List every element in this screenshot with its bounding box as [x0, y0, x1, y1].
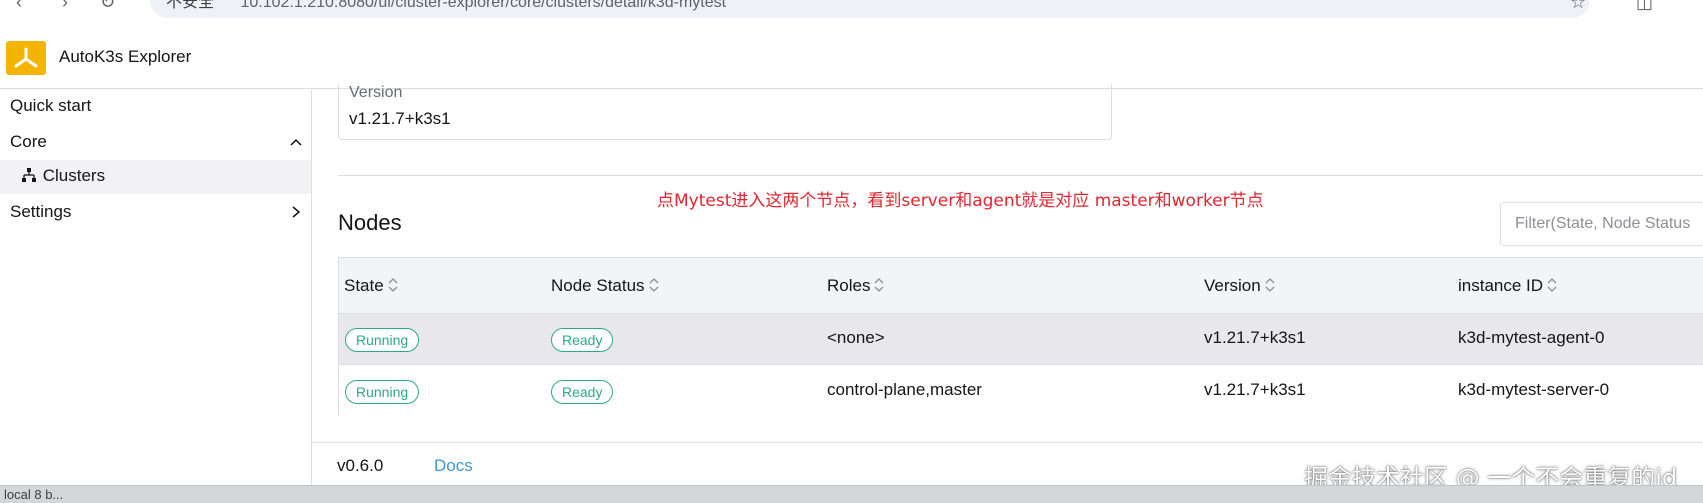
- node-status-badge: Ready: [551, 328, 614, 352]
- autok3s-logo[interactable]: [6, 41, 46, 75]
- chevron-right-icon: [292, 206, 301, 218]
- roles-cell: <none>: [827, 328, 885, 347]
- version-value: v1.21.7+k3s1: [349, 109, 451, 128]
- state-badge: Running: [345, 380, 420, 404]
- sidebar-item-quick-start[interactable]: Quick start: [0, 90, 311, 124]
- version-label: Version: [349, 84, 403, 101]
- table-row[interactable]: Running Ready control-plane,master v1.21…: [339, 366, 1703, 417]
- sort-icon: [1547, 278, 1557, 292]
- column-header-state[interactable]: State: [344, 276, 398, 296]
- reload-icon[interactable]: ↻: [100, 0, 115, 13]
- node-status-badge: Ready: [551, 380, 614, 404]
- column-header-version[interactable]: Version: [1204, 276, 1275, 296]
- version-cell: v1.21.7+k3s1: [1204, 380, 1306, 399]
- extensions-icon[interactable]: ◫: [1636, 0, 1653, 13]
- column-header-roles[interactable]: Roles: [827, 276, 884, 296]
- annotation-text: 点Mytest进入这两个节点，看到server和agent就是对应 master…: [657, 191, 1264, 211]
- sort-icon: [649, 278, 659, 292]
- version-field: Version v1.21.7+k3s1: [338, 84, 1112, 140]
- sidebar-item-label: Clusters: [42, 166, 106, 185]
- insecure-label: 不安全: [166, 0, 215, 11]
- table-row[interactable]: Running Ready <none> v1.21.7+k3s1 k3d-my…: [339, 314, 1703, 365]
- docs-link[interactable]: Docs: [434, 456, 473, 476]
- table-header: State Node Status Roles Version instance…: [339, 258, 1703, 314]
- instance-id-cell[interactable]: k3d-mytest-server-0: [1458, 380, 1609, 400]
- nodes-table: State Node Status Roles Version instance…: [338, 257, 1703, 417]
- sidebar-item-clusters[interactable]: Clusters: [0, 160, 311, 194]
- sidebar-item-label: Quick start: [10, 96, 92, 115]
- sort-icon: [875, 278, 884, 292]
- state-badge: Running: [345, 328, 420, 352]
- column-header-node-status[interactable]: Node Status: [551, 276, 659, 296]
- sort-icon: [1265, 278, 1275, 292]
- cluster-tree-icon: [22, 167, 38, 187]
- footer-version: v0.6.0: [337, 456, 384, 475]
- sidebar-group-core[interactable]: Core: [0, 126, 311, 160]
- main-content: Version v1.21.7+k3s1 点Mytest进入这两个节点，看到se…: [312, 84, 1703, 485]
- logo-mark-icon: [14, 47, 38, 68]
- nodes-filter-input[interactable]: [1500, 202, 1703, 246]
- nodes-section-title: Nodes: [338, 210, 402, 235]
- instance-id-cell[interactable]: k3d-mytest-agent-0: [1458, 328, 1604, 348]
- chevron-up-icon: [290, 138, 302, 146]
- sidebar-item-label: Settings: [10, 202, 72, 221]
- sidebar: Quick start Core Clusters Settings: [0, 90, 312, 485]
- footer-divider: [312, 442, 1703, 443]
- column-header-instance-id[interactable]: instance ID: [1458, 276, 1557, 296]
- sidebar-group-settings[interactable]: Settings: [0, 196, 311, 230]
- browser-status-bar: local 8 b...: [0, 485, 1703, 503]
- bookmark-star-icon[interactable]: ☆: [1570, 0, 1586, 13]
- sidebar-item-label: Core: [10, 132, 47, 151]
- app-title: AutoK3s Explorer: [59, 47, 192, 66]
- status-text: local 8 b...: [4, 487, 64, 502]
- section-divider: [338, 175, 1703, 176]
- browser-toolbar: ‹ › ↻ 不安全 10.102.1.210:8080/ui/cluster-e…: [0, 0, 1703, 25]
- forward-icon[interactable]: ›: [62, 0, 68, 13]
- back-icon[interactable]: ‹: [16, 0, 22, 13]
- version-cell: v1.21.7+k3s1: [1204, 328, 1306, 347]
- app-header: AutoK3s Explorer: [0, 25, 1703, 89]
- address-bar[interactable]: 不安全 10.102.1.210:8080/ui/cluster-explore…: [150, 0, 1590, 18]
- roles-cell: control-plane,master: [827, 380, 982, 399]
- url-text: 10.102.1.210:8080/ui/cluster-explorer/co…: [240, 0, 727, 11]
- sort-icon: [388, 278, 398, 292]
